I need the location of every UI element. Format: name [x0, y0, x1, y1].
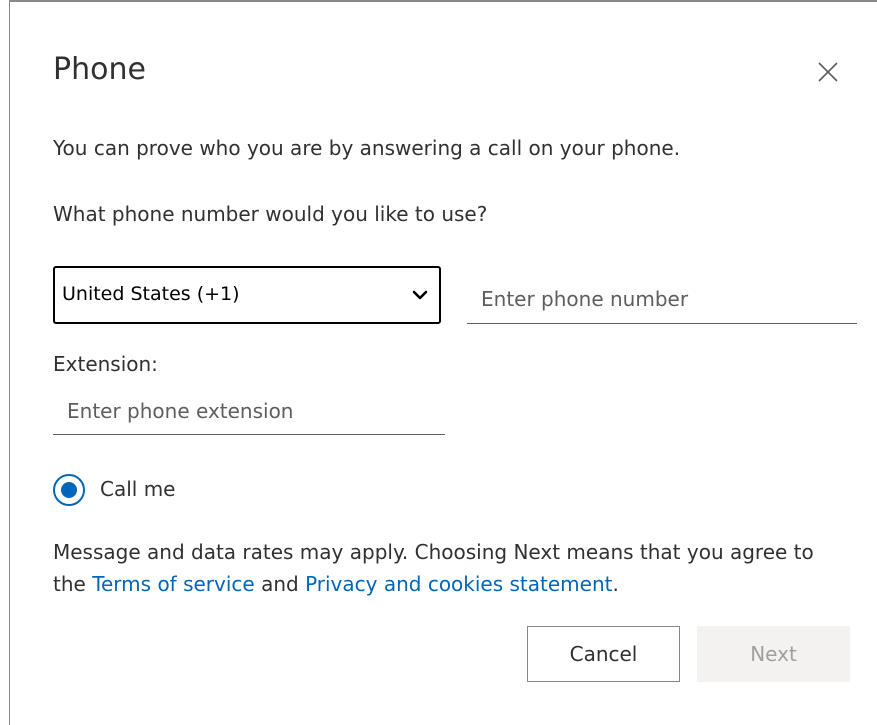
next-button[interactable]: Next [697, 626, 850, 682]
phone-number-question: What phone number would you like to use? [53, 202, 488, 226]
call-me-label: Call me [100, 477, 176, 501]
disclaimer-text: Message and data rates may apply. Choosi… [53, 536, 823, 600]
country-code-select[interactable]: United States (+1) [53, 266, 441, 324]
terms-of-service-link[interactable]: Terms of service [92, 572, 255, 596]
close-icon [818, 62, 838, 82]
close-button[interactable] [812, 56, 844, 88]
disclaimer-text-and: and [254, 572, 306, 596]
cancel-button[interactable]: Cancel [527, 626, 680, 682]
disclaimer-text-after: . [612, 572, 619, 596]
phone-dialog: Phone You can prove who you are by answe… [10, 2, 877, 725]
intro-text: You can prove who you are by answering a… [53, 136, 681, 160]
chevron-down-icon [412, 290, 428, 300]
dialog-title: Phone [53, 52, 146, 87]
extension-input[interactable] [53, 387, 445, 435]
country-code-value: United States (+1) [62, 283, 240, 305]
radio-selected-dot [61, 482, 77, 498]
call-me-radio[interactable] [53, 474, 85, 506]
phone-number-input[interactable] [467, 274, 857, 324]
privacy-statement-link[interactable]: Privacy and cookies statement [305, 572, 612, 596]
extension-label: Extension: [53, 352, 158, 376]
